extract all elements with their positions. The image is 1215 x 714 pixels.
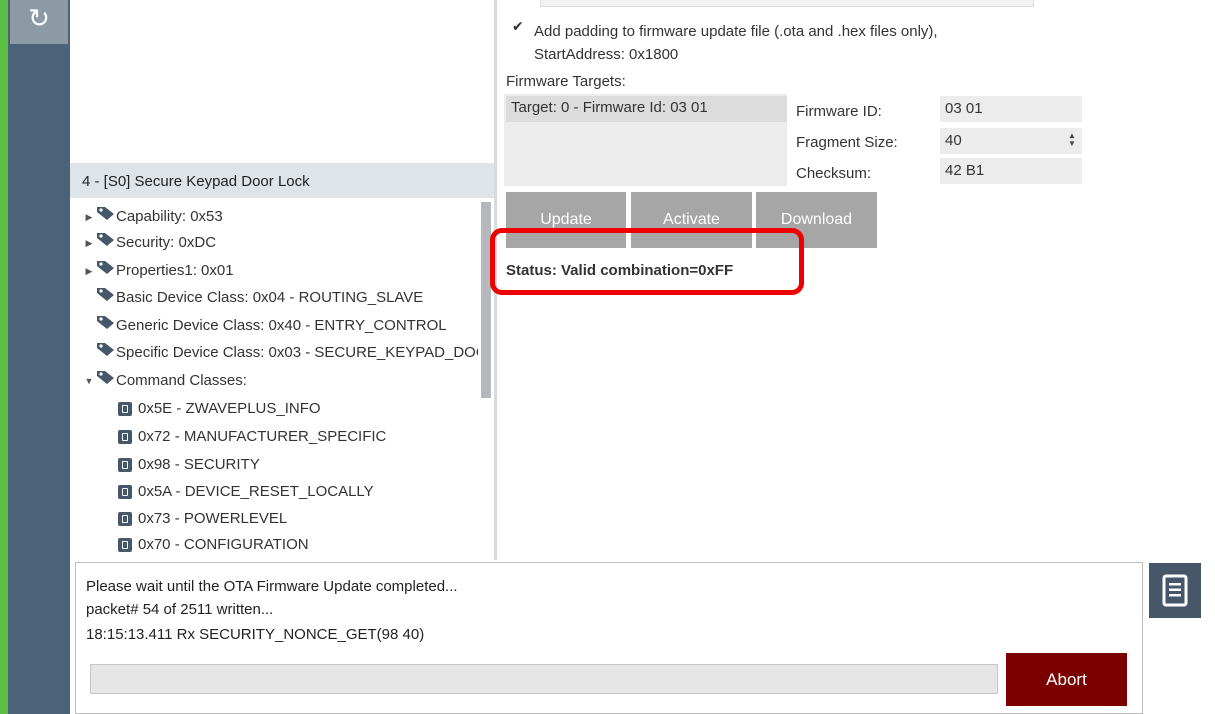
command-class-item[interactable]: 0x5A - DEVICE_RESET_LOCALLY <box>118 479 374 505</box>
expand-icon[interactable]: ▶ <box>82 204 96 230</box>
tag-icon <box>96 368 116 394</box>
log-line: Please wait until the OTA Firmware Updat… <box>86 578 458 595</box>
scrollbar-thumb[interactable] <box>481 202 491 398</box>
tag-icon <box>96 204 116 230</box>
tree-item-generic-device-class[interactable]: Generic Device Class: 0x40 - ENTRY_CONTR… <box>96 313 447 339</box>
command-class-item[interactable]: 0x98 - SECURITY <box>118 452 260 478</box>
tag-icon <box>96 258 116 284</box>
command-class-item[interactable]: 0x72 - MANUFACTURER_SPECIFIC <box>118 424 386 450</box>
node-title: 4 - [S0] Secure Keypad Door Lock <box>70 163 494 198</box>
progress-bar <box>90 664 998 694</box>
command-class-icon <box>118 458 132 473</box>
tag-icon <box>96 230 116 256</box>
tree-item-specific-device-class[interactable]: Specific Device Class: 0x03 - SECURE_KEY… <box>96 340 478 366</box>
node-list-area <box>70 0 496 163</box>
command-class-icon <box>118 512 132 527</box>
tree-item-capability[interactable]: ▶ Capability: 0x53 <box>82 204 223 230</box>
padding-label: Add padding to firmware update file (.ot… <box>534 23 938 63</box>
command-class-icon <box>118 402 132 417</box>
checksum-label: Checksum: <box>796 165 872 182</box>
firmware-id-field: 03 01 <box>940 96 1082 122</box>
command-class-item[interactable]: 0x73 - POWERLEVEL <box>118 506 287 532</box>
padding-checkbox[interactable]: ✔ <box>512 19 526 33</box>
firmware-id-label: Firmware ID: <box>796 103 882 120</box>
command-class-icon <box>118 430 132 445</box>
tree-item-properties1[interactable]: ▶ Properties1: 0x01 <box>82 258 234 284</box>
fragment-size-label: Fragment Size: <box>796 134 898 151</box>
firmware-targets-label: Firmware Targets: <box>506 73 626 90</box>
checksum-field: 42 B1 <box>940 158 1082 184</box>
tag-icon <box>96 340 116 366</box>
status-strip <box>0 0 8 714</box>
command-class-icon <box>118 485 132 500</box>
node-info-tree: ▶ Capability: 0x53 ▶ Security: 0xDC ▶ Prope… <box>70 198 478 554</box>
expand-icon[interactable]: ▶ <box>82 230 96 256</box>
sidebar <box>8 0 70 714</box>
expand-icon[interactable]: ▶ <box>82 258 96 284</box>
tag-icon <box>96 313 116 339</box>
highlight-box <box>490 228 804 295</box>
log-line: packet# 54 of 2511 written... <box>86 601 274 618</box>
tag-icon <box>96 285 116 311</box>
tree-item-basic-device-class[interactable]: Basic Device Class: 0x04 - ROUTING_SLAVE <box>96 285 423 311</box>
log-icon <box>1162 574 1188 607</box>
log-line: 18:15:13.411 Rx SECURITY_NONCE_GET(98 40… <box>86 626 425 643</box>
firmware-target-item[interactable]: Target: 0 - Firmware Id: 03 01 <box>506 96 787 122</box>
command-class-item[interactable]: 0x70 - CONFIGURATION <box>118 532 309 554</box>
abort-button[interactable]: Abort <box>1006 653 1127 706</box>
command-class-icon <box>118 538 132 553</box>
tree-item-security[interactable]: ▶ Security: 0xDC <box>82 230 216 256</box>
tree-item-command-classes[interactable]: ▼ Command Classes: <box>82 368 247 394</box>
fragment-size-stepper[interactable]: 40 ▲ ▼ <box>940 128 1082 154</box>
sync-icon: ↻ <box>28 3 50 33</box>
stepper-arrows-icon[interactable]: ▲ ▼ <box>1068 132 1076 148</box>
collapse-icon[interactable]: ▼ <box>82 368 96 394</box>
file-path-field[interactable] <box>540 0 1034 7</box>
log-toggle-button[interactable] <box>1149 563 1201 618</box>
command-class-item[interactable]: 0x5E - ZWAVEPLUS_INFO <box>118 396 321 422</box>
sync-button[interactable]: ↻ <box>10 0 68 44</box>
